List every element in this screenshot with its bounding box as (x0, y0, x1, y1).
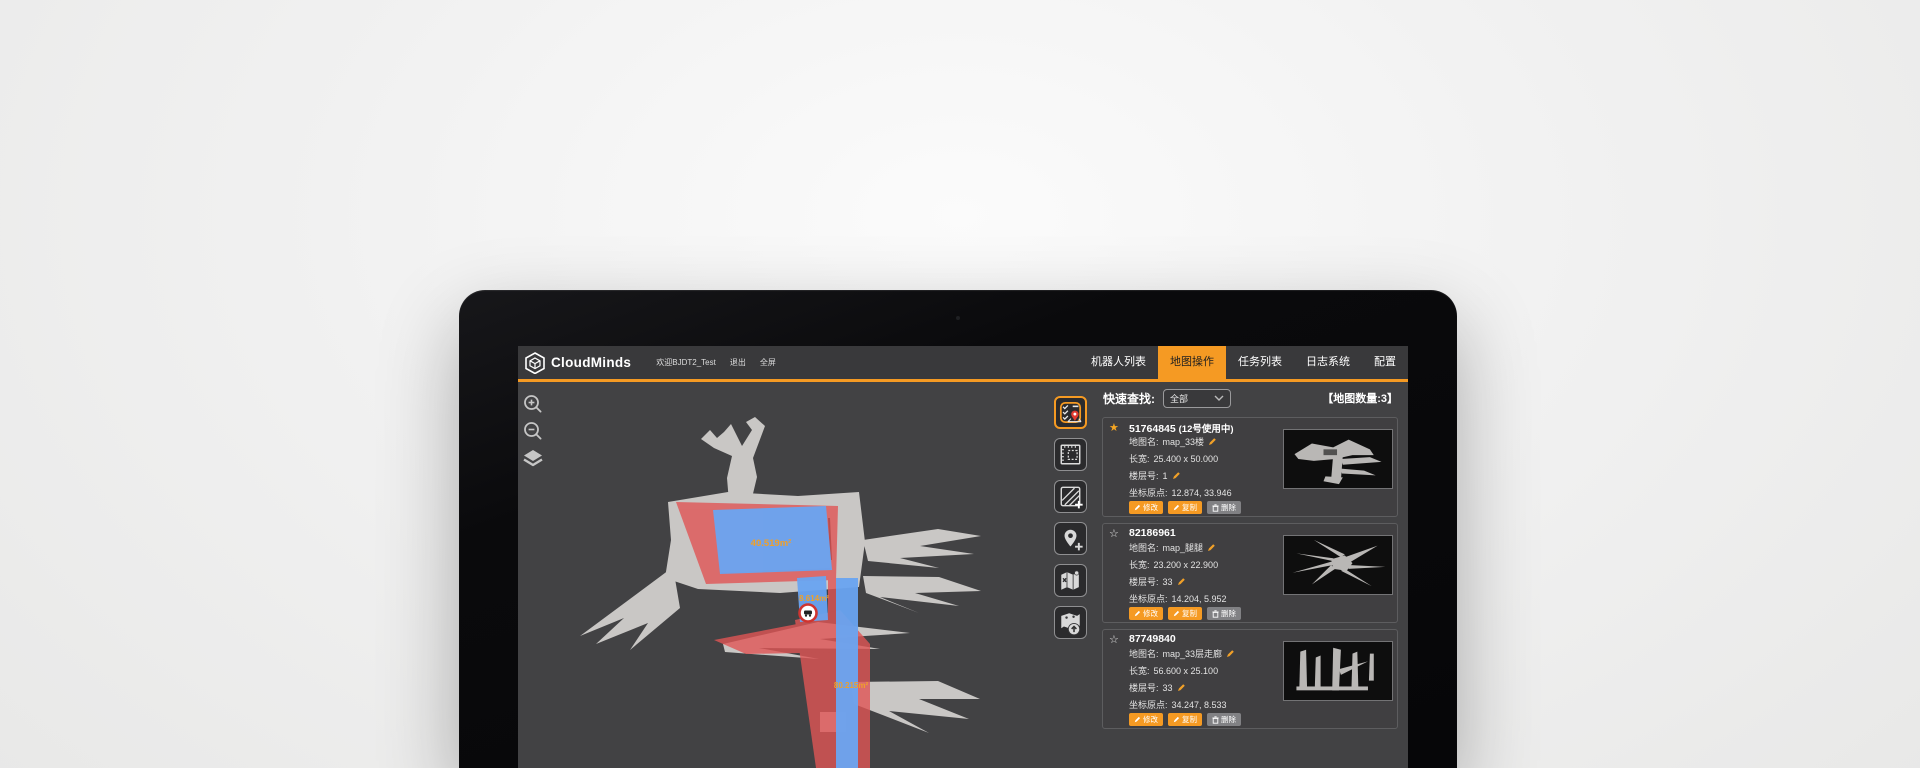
field-origin: 坐标原点:14.204, 5.952 (1129, 592, 1227, 605)
modify-button[interactable]: 修改 (1129, 607, 1163, 620)
map-card-list: ★ 51764845 (12号使用中) 地图名:map_33楼 长宽:25.40… (1102, 417, 1398, 735)
delete-button[interactable]: 删除 (1207, 607, 1241, 620)
field-map-name: 地图名:map_33层走廊 (1129, 647, 1235, 660)
edit-pencil-icon[interactable] (1207, 543, 1216, 552)
map-id-title: 51764845 (12号使用中) (1129, 421, 1234, 435)
field-floor: 楼层号:33 (1129, 681, 1186, 694)
measure-area-tool[interactable] (1054, 438, 1087, 471)
map-card: ☆ 82186961 地图名:map_腿腿 长宽:23.200 x 22.900 (1102, 523, 1398, 623)
copy-button[interactable]: 复制 (1168, 607, 1202, 620)
main-area: 40.519m² 8.614m² 80.215m² (518, 382, 1408, 768)
map-card: ★ 51764845 (12号使用中) 地图名:map_33楼 长宽:25.40… (1102, 417, 1398, 517)
dropdown-selected-value: 全部 (1170, 392, 1188, 405)
delete-map-tool[interactable] (1054, 564, 1087, 597)
app-header: CloudMinds 欢迎BJDT2_Test 退出 全屏 机器人列表 地图操作… (518, 346, 1408, 379)
card-actions: 修改 复制 删除 (1129, 713, 1241, 726)
edit-pencil-icon[interactable] (1172, 471, 1181, 480)
tab-map-operation[interactable]: 地图操作 (1158, 346, 1226, 379)
trash-icon (1212, 504, 1219, 512)
modify-button[interactable]: 修改 (1129, 501, 1163, 514)
edit-pencil-icon (1173, 504, 1180, 511)
map-list-panel: 快速查找: 全部 【地图数量:3】 ★ (1096, 382, 1402, 768)
trash-icon (1212, 610, 1219, 618)
edit-pencil-icon (1134, 716, 1141, 723)
tab-task-list[interactable]: 任务列表 (1226, 346, 1294, 379)
delete-button[interactable]: 删除 (1207, 713, 1241, 726)
map-usage-note: (12号使用中) (1179, 424, 1234, 435)
upload-map-tool[interactable] (1054, 606, 1087, 639)
card-actions: 修改 复制 删除 (1129, 501, 1241, 514)
map-canvas[interactable]: 40.519m² 8.614m² 80.215m² (518, 382, 1058, 768)
map-id-title: 87749840 (1129, 633, 1176, 645)
chevron-down-icon (1214, 395, 1224, 401)
zoom-in-button[interactable] (522, 393, 544, 415)
field-map-name: 地图名:map_33楼 (1129, 435, 1217, 448)
no-entry-sign-marker (800, 605, 817, 622)
favorite-star-icon[interactable]: ☆ (1109, 527, 1119, 540)
edit-pencil-icon (1173, 610, 1180, 617)
quick-search-label: 快速查找: (1103, 390, 1155, 407)
fullscreen-link[interactable]: 全屏 (760, 357, 776, 368)
accent-divider (518, 379, 1408, 382)
favorite-star-icon[interactable]: ☆ (1109, 633, 1119, 646)
map-tools-toolbar (1054, 396, 1087, 648)
edit-pencil-icon[interactable] (1177, 683, 1186, 692)
map-thumbnail[interactable] (1283, 641, 1393, 701)
map-thumbnail[interactable] (1283, 535, 1393, 595)
area-label-2: 8.614m² (799, 594, 829, 603)
field-origin: 坐标原点:34.247, 8.533 (1129, 698, 1227, 711)
trash-icon (1212, 716, 1219, 724)
field-origin: 坐标原点:12.874, 33.946 (1129, 486, 1232, 499)
edit-pencil-icon (1134, 610, 1141, 617)
page-background: CloudMinds 欢迎BJDT2_Test 退出 全屏 机器人列表 地图操作… (0, 0, 1920, 768)
edit-pencil-icon (1134, 504, 1141, 511)
edit-pencil-icon[interactable] (1177, 577, 1186, 586)
quick-search-row: 快速查找: 全部 【地图数量:3】 (1103, 388, 1398, 408)
cloudminds-logo-icon (525, 352, 545, 374)
field-dimensions: 长宽:23.200 x 22.900 (1129, 558, 1218, 571)
add-poi-tool[interactable] (1054, 522, 1087, 555)
edit-pencil-icon[interactable] (1208, 437, 1217, 446)
area-label-1: 40.519m² (751, 538, 792, 549)
field-dimensions: 长宽:56.600 x 25.100 (1129, 664, 1218, 677)
task-point-list-tool[interactable] (1054, 396, 1087, 429)
field-floor: 楼层号:1 (1129, 469, 1181, 482)
app-screen: CloudMinds 欢迎BJDT2_Test 退出 全屏 机器人列表 地图操作… (518, 346, 1408, 768)
webcam-dot (956, 316, 960, 320)
zoom-out-button[interactable] (522, 420, 544, 442)
modify-button[interactable]: 修改 (1129, 713, 1163, 726)
area-label-3: 80.215m² (834, 681, 869, 690)
add-virtual-wall-tool[interactable] (1054, 480, 1087, 513)
map-card: ☆ 87749840 地图名:map_33层走廊 长宽:56.600 x 25.… (1102, 629, 1398, 729)
field-map-name: 地图名:map_腿腿 (1129, 541, 1216, 554)
nav-tabs: 机器人列表 地图操作 任务列表 日志系统 配置 (1079, 346, 1408, 379)
map-filter-dropdown[interactable]: 全部 (1163, 389, 1231, 408)
welcome-text: 欢迎BJDT2_Test (656, 357, 716, 368)
edit-pencil-icon[interactable] (1226, 649, 1235, 658)
copy-button[interactable]: 复制 (1168, 713, 1202, 726)
favorite-star-icon[interactable]: ★ (1109, 421, 1119, 434)
map-id-title: 82186961 (1129, 527, 1176, 539)
field-floor: 楼层号:33 (1129, 575, 1186, 588)
map-count-badge: 【地图数量:3】 (1322, 390, 1398, 406)
delete-button[interactable]: 删除 (1207, 501, 1241, 514)
logout-link[interactable]: 退出 (730, 357, 746, 368)
map-zoom-controls (522, 393, 544, 474)
field-dimensions: 长宽:25.400 x 50.000 (1129, 452, 1218, 465)
tab-config[interactable]: 配置 (1362, 346, 1408, 379)
map-thumbnail[interactable] (1283, 429, 1393, 489)
brand-name: CloudMinds (551, 355, 631, 370)
laptop-mockup: CloudMinds 欢迎BJDT2_Test 退出 全屏 机器人列表 地图操作… (459, 290, 1457, 768)
edit-pencil-icon (1173, 716, 1180, 723)
tab-robot-list[interactable]: 机器人列表 (1079, 346, 1158, 379)
copy-button[interactable]: 复制 (1168, 501, 1202, 514)
tab-log-system[interactable]: 日志系统 (1294, 346, 1362, 379)
card-actions: 修改 复制 删除 (1129, 607, 1241, 620)
layers-button[interactable] (522, 447, 544, 469)
